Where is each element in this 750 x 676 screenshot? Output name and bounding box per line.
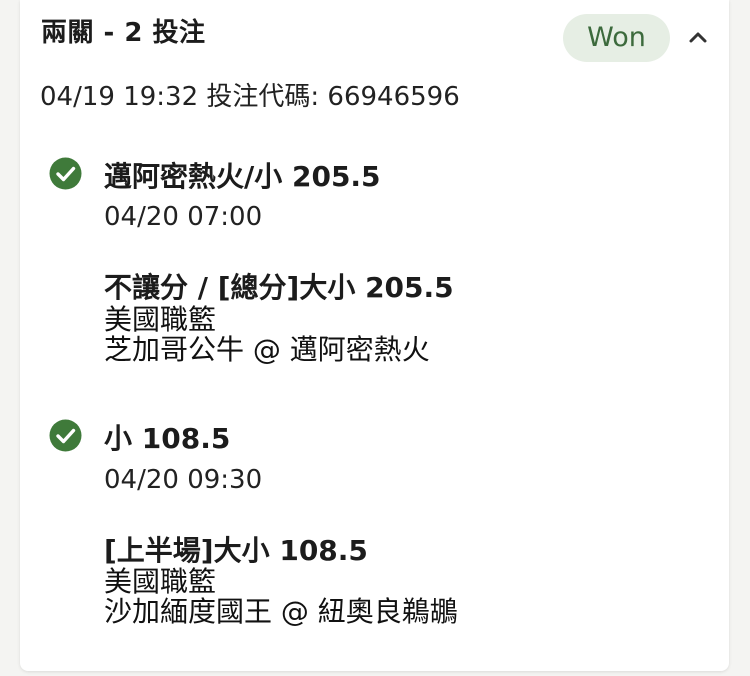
- bet-type-title: 兩關 - 2 投注: [41, 18, 206, 48]
- collapse-button[interactable]: [684, 22, 712, 52]
- chevron-up-icon: [689, 32, 707, 43]
- check-circle-icon: [49, 157, 82, 190]
- selection-title: 邁阿密熱火/小 205.5: [104, 160, 381, 193]
- bet-meta: 04/19 19:32 投注代碼: 66946596: [40, 82, 460, 112]
- matchup: 沙加緬度國王 @ 紐奧良鵜鶘: [104, 595, 458, 628]
- status-badge: Won: [563, 14, 670, 62]
- event-time: 04/20 09:30: [104, 465, 263, 495]
- bet-slip-card: 兩關 - 2 投注 Won 04/19 19:32 投注代碼: 66946596…: [20, 0, 729, 671]
- selection-title: 小 108.5: [104, 422, 231, 455]
- event-time: 04/20 07:00: [104, 202, 263, 232]
- check-circle-icon: [49, 419, 82, 452]
- matchup: 芝加哥公牛 @ 邁阿密熱火: [104, 333, 430, 366]
